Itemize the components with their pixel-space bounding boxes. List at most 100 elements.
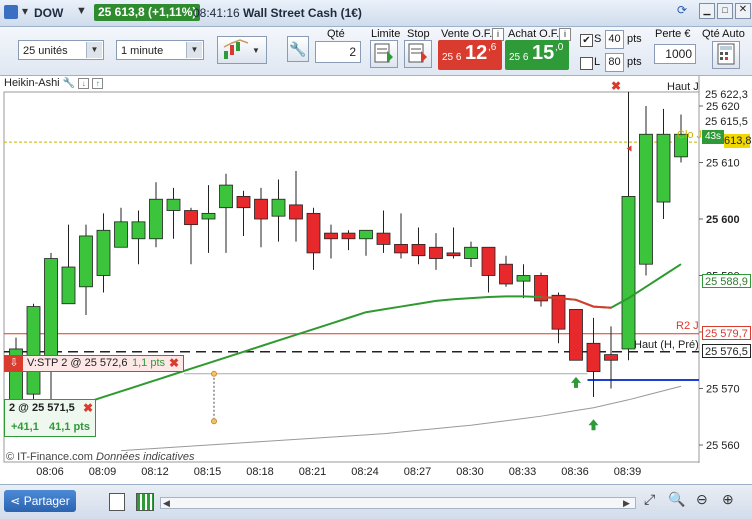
countdown-badge: 43s — [702, 130, 724, 144]
position-tag[interactable]: 2 @ 25 571,5 ✖ +41,1 41,1 pts — [4, 399, 96, 437]
scroll-right-icon[interactable]: ▶ — [623, 498, 630, 509]
l-checkbox[interactable] — [580, 57, 593, 70]
wrench-icon: 🔧 — [289, 41, 307, 57]
x-tick-label: 08:36 — [561, 466, 589, 478]
candle-body — [551, 294, 566, 330]
print-icon[interactable] — [109, 493, 125, 511]
sell-price-main: 12 — [465, 42, 488, 64]
clock-time: 08:41:16 — [193, 6, 240, 20]
price-tag-r2: 25 579,7 — [702, 326, 751, 340]
bid-price-tag: 613,8 — [724, 134, 752, 148]
remove-indicator-icon[interactable]: ↓ — [78, 78, 90, 89]
buy-button[interactable]: 25 6 15 ,0 — [505, 40, 569, 70]
candle-body — [289, 204, 303, 220]
units-select-value: 25 unités — [23, 45, 68, 57]
candle-body — [219, 184, 233, 209]
position-pts: 41,1 pts — [49, 421, 90, 433]
move-indicator-icon[interactable]: ↑ — [92, 78, 104, 89]
zoom-out-icon[interactable]: ⊖ — [696, 491, 708, 508]
chart-type-icon: ▼ — [223, 39, 260, 59]
zoom-in-icon[interactable]: ⊕ — [722, 491, 734, 508]
arrow-down-icon[interactable]: ▼ — [76, 5, 87, 17]
sell-label: Vente O.F. — [441, 28, 493, 40]
qty-input[interactable]: 2 — [315, 41, 361, 63]
maximize-icon[interactable]: □ — [717, 3, 733, 19]
price-tag-haut-h: 25 576,5 — [702, 344, 751, 358]
y-tick-label: 25 570 — [706, 384, 740, 396]
candle-body — [394, 244, 408, 254]
candle-body — [639, 133, 653, 265]
close-position-icon[interactable]: ✖ — [83, 401, 93, 415]
candle-body — [621, 196, 636, 350]
haut-h-label: Haut (H, Pré) — [634, 339, 699, 351]
candlestick-chart[interactable]: 25 56025 57025 58025 59025 60025 61025 6… — [0, 73, 752, 463]
y-tick-label: 25 600 — [706, 214, 740, 226]
candle-body — [184, 210, 198, 226]
candle-body — [44, 258, 58, 367]
candle-body — [586, 342, 601, 372]
l-label: L — [594, 56, 601, 68]
refresh-icon[interactable]: ⟳ — [677, 3, 693, 19]
minimize-icon[interactable]: ▁ — [699, 3, 715, 19]
stop-order-dir-icon: ⇩ — [5, 356, 23, 371]
close-icon[interactable]: ✕ — [735, 3, 751, 19]
wrench-button[interactable]: 🔧 — [287, 36, 309, 62]
bottom-toolbar: ⋖ Partager ◀ ▶ ⤢ 🔍 ⊖ ⊕ — [0, 484, 752, 519]
s-value-input[interactable]: 40 — [605, 30, 624, 49]
stop-order-tag[interactable]: ⇩ V:STP 2 @ 25 572,6 1,1 pts ✖ — [4, 355, 184, 372]
plot-frame — [3, 91, 700, 463]
chart-type-button[interactable]: ▼ — [217, 36, 267, 64]
price-chart[interactable]: 25 56025 57025 58025 59025 60025 61025 6… — [0, 73, 752, 463]
buy-label: Achat O.F. — [508, 28, 560, 40]
scroll-left-icon[interactable]: ◀ — [163, 498, 170, 509]
candle-body — [149, 198, 163, 240]
qte-auto-label: Qté Auto — [702, 28, 745, 40]
buy-price-prefix: 25 6 — [509, 52, 529, 63]
share-button[interactable]: ⋖ Partager — [4, 490, 76, 512]
indicator-label[interactable]: Heikin-Ashi — [4, 77, 60, 89]
wrench-icon[interactable]: 🔧 — [63, 78, 75, 89]
candle-body — [96, 229, 111, 276]
candle-body — [341, 232, 356, 240]
candle-body — [464, 246, 478, 259]
stop-label: Stop — [407, 28, 430, 40]
instrument-name: Wall Street Cash (1€) — [243, 6, 362, 20]
x-tick-label: 08:39 — [613, 466, 642, 478]
x-tick-label: 08:33 — [508, 466, 537, 478]
zoom-fit-icon[interactable]: 🔍 — [668, 491, 685, 508]
instrument-icon[interactable] — [4, 5, 18, 19]
candle-body — [516, 275, 531, 282]
candle-body — [656, 133, 671, 203]
candle-body — [114, 221, 128, 248]
candle-body — [166, 198, 181, 211]
price-change-badge: 25 613,8 (+1,11%) — [94, 4, 201, 21]
close-marker-icon[interactable]: ✖ — [611, 79, 621, 93]
candle-body — [306, 212, 321, 254]
grid-icon[interactable] — [136, 493, 154, 511]
qte-auto-button[interactable] — [712, 41, 740, 69]
zoom-auto-icon[interactable]: ⤢ — [644, 491, 655, 508]
interval-select[interactable]: 1 minute ▼ — [116, 40, 204, 60]
indicator-header: Heikin-Ashi 🔧 ↓ ↑ — [4, 77, 104, 91]
candle-body — [499, 263, 513, 285]
price-tag-ma: 25 588,9 — [702, 274, 751, 288]
units-select[interactable]: 25 unités ▼ — [18, 40, 104, 60]
limit-button[interactable] — [370, 40, 398, 68]
title-bar: ▾ DOW ▼ 25 613,8 (+1,11%) 08:41:16 Wall … — [0, 0, 752, 27]
l-value-input[interactable]: 80 — [605, 53, 624, 72]
sell-price-decimal: ,6 — [488, 42, 497, 53]
buy-price-main: 15 — [532, 42, 555, 64]
candle-body — [271, 198, 286, 217]
candle-body — [411, 244, 426, 257]
s-checkbox[interactable]: ✔ — [580, 34, 593, 47]
pin-icon[interactable]: ▾ — [22, 4, 28, 18]
chevron-down-icon: ▼ — [86, 42, 102, 58]
candle-body — [569, 308, 583, 361]
cancel-order-icon[interactable]: ✖ — [169, 356, 181, 370]
limit-order-icon — [374, 43, 393, 63]
stop-button[interactable] — [404, 40, 432, 68]
horizontal-scrollbar[interactable]: ◀ ▶ — [160, 497, 636, 509]
perte-input[interactable]: 1000 — [654, 44, 696, 64]
clo-j-label: Clo J — [677, 129, 703, 141]
sell-button[interactable]: 25 6 12 ,6 — [438, 40, 502, 70]
